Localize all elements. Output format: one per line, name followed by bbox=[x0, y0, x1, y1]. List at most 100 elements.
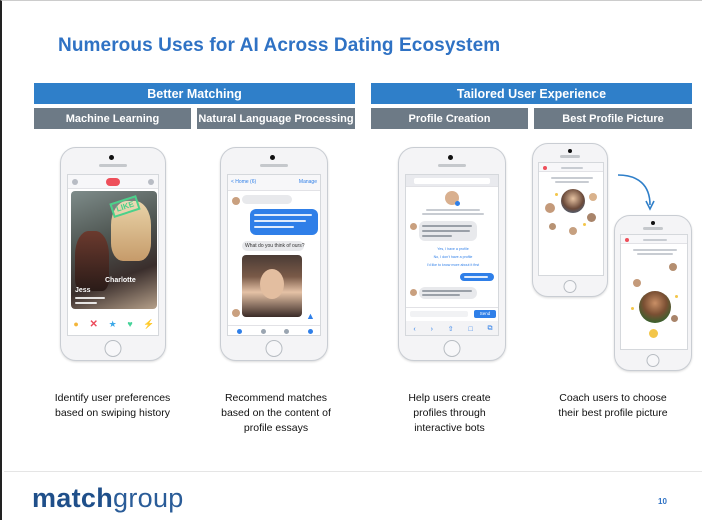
column-heading-profile-creation: Profile Creation bbox=[371, 108, 528, 129]
phone-swipe: LIKE Jess Charlotte ● ✕ ★ ♥ ⚡ bbox=[60, 147, 166, 361]
card-name-2: Charlotte bbox=[105, 277, 136, 284]
text-line bbox=[422, 290, 472, 292]
caption-profile-creation: Help users create profiles through inter… bbox=[371, 391, 528, 436]
picture-topbar bbox=[621, 235, 687, 244]
phone-picture-back bbox=[532, 143, 608, 297]
quick-reply-2[interactable]: No, I don't have a profile bbox=[422, 253, 484, 261]
thumbs-up-icon[interactable]: ▲ bbox=[306, 311, 315, 321]
boost-icon[interactable]: ⚡ bbox=[143, 319, 154, 330]
verified-badge-icon bbox=[455, 201, 460, 206]
messenger-input-bar bbox=[228, 325, 320, 335]
phone-picture-front bbox=[614, 215, 692, 371]
candidate-photo[interactable] bbox=[669, 263, 677, 271]
bot-avatar bbox=[232, 309, 240, 317]
sparkle-icon bbox=[555, 193, 558, 196]
messenger-screen: < Home (6) Manage What do you think of o… bbox=[227, 174, 321, 336]
like-icon[interactable]: ♥ bbox=[127, 319, 132, 329]
picture-screen-back bbox=[538, 162, 604, 276]
swipe-screen: LIKE Jess Charlotte ● ✕ ★ ♥ ⚡ bbox=[67, 174, 159, 336]
quick-replies: Yes, I have a profile No, I don't have a… bbox=[422, 245, 484, 269]
swipe-topbar bbox=[68, 175, 158, 189]
profile-icon bbox=[72, 179, 78, 185]
candidate-photo[interactable] bbox=[569, 227, 577, 235]
candidate-photo[interactable] bbox=[671, 315, 678, 322]
candidate-photo[interactable] bbox=[545, 203, 555, 213]
quick-reply-3[interactable]: I'd like to know more about it first bbox=[422, 261, 484, 269]
emoji-icon[interactable] bbox=[284, 329, 290, 334]
text-line bbox=[254, 220, 306, 222]
best-photo-highlight[interactable] bbox=[639, 291, 671, 323]
camera-icon[interactable] bbox=[237, 329, 243, 334]
phone-profile-bot: Yes, I have a profile No, I don't have a… bbox=[398, 147, 506, 361]
phone-camera bbox=[109, 155, 114, 160]
gif-icon[interactable] bbox=[260, 329, 266, 334]
candidate-photo[interactable] bbox=[633, 279, 641, 287]
user-reply-bubble bbox=[460, 273, 494, 281]
slide-title: Numerous Uses for AI Across Dating Ecosy… bbox=[58, 35, 501, 56]
bot-message bbox=[419, 287, 477, 299]
text-line bbox=[254, 226, 294, 228]
text-line bbox=[643, 239, 667, 241]
browser-toolbar: ‹ › ⇧ □ ⧉ bbox=[406, 321, 498, 335]
card-detail-line bbox=[75, 302, 97, 304]
home-button bbox=[265, 340, 283, 357]
caption-line: interactive bots bbox=[414, 422, 485, 434]
text-line bbox=[426, 209, 480, 211]
text-line bbox=[254, 214, 312, 216]
bot-avatar bbox=[232, 197, 240, 205]
superlike-icon[interactable]: ★ bbox=[109, 319, 117, 330]
phone-camera bbox=[448, 155, 453, 160]
text-line bbox=[633, 249, 677, 251]
footer-divider bbox=[4, 471, 702, 472]
undo-icon[interactable]: ● bbox=[73, 319, 78, 329]
column-heading-best-profile-picture: Best Profile Picture bbox=[534, 108, 692, 129]
quick-reply-1[interactable]: Yes, I have a profile bbox=[422, 245, 484, 253]
candidate-photo-main[interactable] bbox=[561, 189, 585, 213]
profile-card-photo[interactable]: LIKE Jess Charlotte bbox=[71, 191, 157, 309]
bot-message bbox=[419, 221, 477, 241]
nope-icon[interactable]: ✕ bbox=[89, 319, 97, 330]
send-button[interactable]: Send bbox=[474, 310, 496, 318]
caption-best-profile-picture: Coach users to choose their best profile… bbox=[534, 391, 692, 421]
message-bubble bbox=[242, 195, 292, 204]
caption-line: their best profile picture bbox=[558, 407, 668, 419]
section-banner-better-matching: Better Matching bbox=[34, 83, 355, 104]
back-button[interactable]: < Home (6) bbox=[231, 179, 256, 185]
text-line bbox=[422, 225, 472, 227]
bookmarks-icon[interactable]: □ bbox=[468, 326, 472, 333]
url-bar[interactable] bbox=[414, 178, 490, 184]
bot-screen: Yes, I have a profile No, I don't have a… bbox=[405, 174, 499, 336]
home-button bbox=[104, 340, 122, 357]
text-line bbox=[551, 177, 593, 179]
caption-line: profile essays bbox=[243, 422, 309, 434]
forward-arrow-icon[interactable]: › bbox=[431, 326, 433, 333]
text-line bbox=[637, 253, 673, 255]
home-button bbox=[563, 280, 577, 293]
flame-icon bbox=[106, 178, 120, 186]
message-bubble-out bbox=[250, 209, 318, 235]
manage-button[interactable]: Manage bbox=[299, 179, 317, 185]
card-detail-line bbox=[75, 297, 105, 299]
text-line bbox=[561, 167, 583, 169]
candidate-photo[interactable] bbox=[589, 193, 597, 201]
tabs-icon[interactable]: ⧉ bbox=[488, 325, 493, 333]
text-line bbox=[464, 276, 488, 278]
app-logo-icon bbox=[543, 166, 547, 170]
back-arrow-icon[interactable]: ‹ bbox=[413, 326, 415, 333]
caption-machine-learning: Identify user preferences based on swipi… bbox=[34, 391, 191, 421]
candidate-photo[interactable] bbox=[549, 223, 556, 230]
caption-line: profiles through bbox=[413, 407, 486, 419]
like-send-icon[interactable] bbox=[307, 329, 313, 334]
transition-arrow-icon bbox=[617, 174, 655, 211]
caption-line: Coach users to choose bbox=[559, 392, 667, 404]
message-input[interactable] bbox=[410, 311, 468, 317]
logo-bold-part: match bbox=[32, 483, 114, 513]
text-line bbox=[422, 235, 452, 237]
shared-profile-photo[interactable] bbox=[242, 255, 302, 317]
matchgroup-logo: matchgroup bbox=[32, 483, 184, 514]
share-icon[interactable]: ⇧ bbox=[448, 325, 454, 333]
candidate-photo[interactable] bbox=[587, 213, 596, 222]
messages-icon bbox=[148, 179, 154, 185]
caption-line: Help users create bbox=[408, 392, 491, 404]
app-logo-icon bbox=[625, 238, 629, 242]
